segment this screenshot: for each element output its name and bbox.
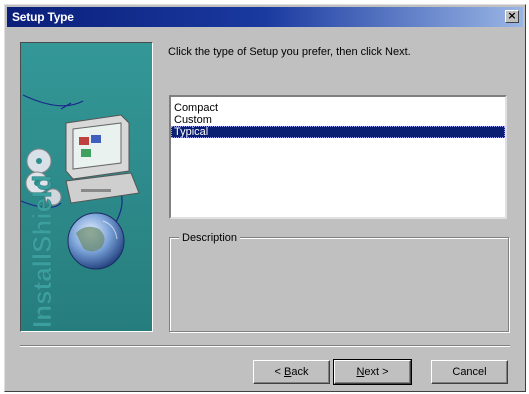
list-item-custom[interactable]: Custom (171, 114, 505, 126)
close-icon: × (507, 9, 517, 22)
next-button[interactable]: Next > (333, 359, 412, 385)
close-button[interactable]: × (505, 10, 519, 23)
installshield-artwork: InstallShield (21, 43, 152, 331)
separator (20, 345, 510, 347)
list-item-typical[interactable]: Typical (171, 126, 505, 138)
computer-icon (65, 114, 140, 204)
next-rest: ext > (364, 365, 389, 378)
list-item-compact[interactable]: Compact (171, 102, 505, 114)
title-bar[interactable]: Setup Type × (7, 7, 523, 27)
instruction-text: Click the type of Setup you prefer, then… (168, 46, 411, 58)
window-title: Setup Type (12, 10, 74, 24)
description-label: Description (179, 232, 241, 244)
installshield-side-panel: InstallShield (20, 42, 153, 332)
back-prefix: < (274, 365, 284, 378)
back-button[interactable]: < Back (253, 360, 330, 384)
globe-icon (67, 212, 125, 270)
installshield-brand-text: InstallShield (27, 175, 57, 328)
back-rest: ack (291, 365, 309, 378)
cancel-button[interactable]: Cancel (431, 360, 508, 384)
setup-type-list[interactable]: Compact Custom Typical (169, 95, 507, 219)
description-group: Description (169, 232, 509, 332)
